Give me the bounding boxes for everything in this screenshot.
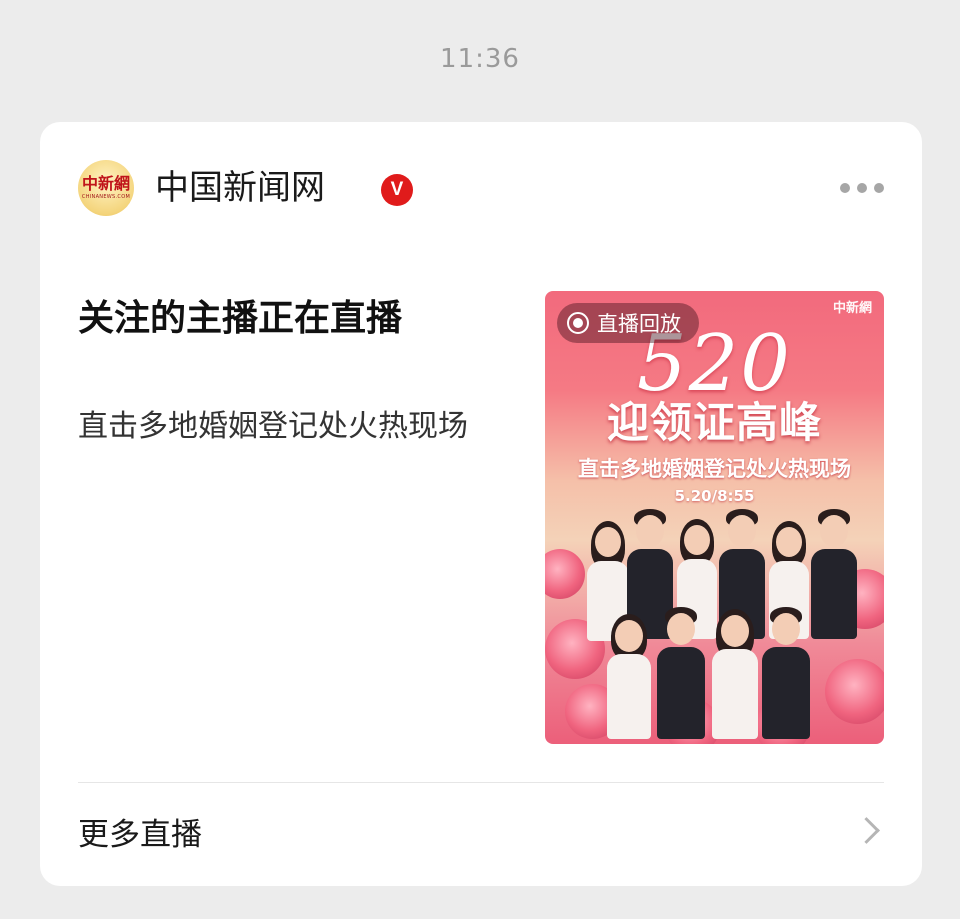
rose-decoration — [545, 549, 585, 599]
poster-logo: 中新網 — [833, 301, 872, 316]
poster-people-image — [545, 509, 884, 744]
poster-headline: 迎领证高峰 — [606, 398, 822, 447]
account-name[interactable]: 中国新闻网 — [155, 168, 325, 208]
notification-title[interactable]: 关注的主播正在直播 — [78, 296, 402, 342]
chevron-right-icon — [853, 817, 880, 844]
poster-logo-text: 中新網 — [832, 301, 872, 316]
person-figure — [710, 609, 760, 739]
more-horizontal-icon — [857, 183, 867, 193]
status-time: 11:36 — [440, 44, 520, 74]
poster-date: 5.20/8:55 — [674, 487, 755, 505]
more-live-label: 更多直播 — [78, 817, 202, 853]
poster-subline: 直击多地婚姻登记处火热现场 — [578, 457, 851, 481]
notification-description[interactable]: 直击多地婚姻登记处火热现场 — [78, 408, 468, 446]
replay-badge: 直播回放 — [557, 303, 699, 343]
person-figure — [760, 607, 812, 739]
verified-icon: V — [381, 174, 413, 206]
more-horizontal-icon — [840, 183, 850, 193]
avatar-logo-text: 中新網 — [81, 174, 130, 193]
live-replay-thumbnail[interactable]: 520 迎领证高峰 直击多地婚姻登记处火热现场 5.20/8:55 中新網 直播… — [545, 291, 884, 744]
person-figure — [809, 509, 859, 639]
person-figure — [605, 614, 653, 739]
more-options-button[interactable] — [840, 178, 884, 198]
record-icon — [567, 312, 589, 334]
live-notification-card: 中新網 CHINANEWS.COM 中国新闻网 V 关注的主播正在直播 直击多地… — [40, 122, 922, 886]
more-live-link[interactable]: 更多直播 — [78, 783, 884, 886]
account-avatar[interactable]: 中新網 CHINANEWS.COM — [78, 160, 134, 216]
replay-badge-label: 直播回放 — [597, 312, 681, 336]
card-header: 中新網 CHINANEWS.COM 中国新闻网 V — [78, 160, 884, 216]
more-horizontal-icon — [874, 183, 884, 193]
rose-decoration — [825, 659, 884, 724]
avatar-logo-sub: CHINANEWS.COM — [81, 194, 131, 200]
person-figure — [655, 607, 707, 739]
